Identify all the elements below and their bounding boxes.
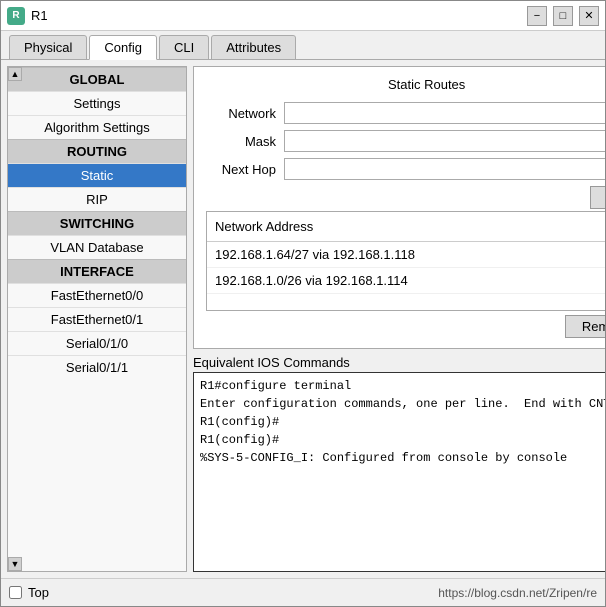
sidebar-header-global: GLOBAL xyxy=(8,67,186,91)
main-window: R R1 − □ ✕ Physical Config CLI Attribute… xyxy=(0,0,606,607)
sidebar-item-fastethernet00[interactable]: FastEthernet0/0 xyxy=(8,283,186,307)
sidebar-header-switching: SWITCHING xyxy=(8,211,186,235)
mask-label: Mask xyxy=(206,134,276,149)
bottom-link: https://blog.csdn.net/Zripen/re xyxy=(438,586,597,600)
tab-attributes[interactable]: Attributes xyxy=(211,35,296,59)
network-label: Network xyxy=(206,106,276,121)
tabs-bar: Physical Config CLI Attributes xyxy=(1,31,605,60)
sidebar-scroll[interactable]: GLOBAL Settings Algorithm Settings ROUTI… xyxy=(8,67,186,571)
network-input[interactable] xyxy=(284,102,605,124)
top-label: Top xyxy=(28,585,49,600)
left-panel: GLOBAL Settings Algorithm Settings ROUTI… xyxy=(7,66,187,572)
nexthop-row: Next Hop xyxy=(206,158,605,180)
right-panel: Static Routes Network Mask Next Hop Add xyxy=(193,66,605,572)
sidebar-scroll-down[interactable]: ▼ xyxy=(8,557,22,571)
tab-config[interactable]: Config xyxy=(89,35,157,60)
mask-input[interactable] xyxy=(284,130,605,152)
sidebar-item-algorithm-settings[interactable]: Algorithm Settings xyxy=(8,115,186,139)
ios-commands-box[interactable]: R1#configure terminal Enter configuratio… xyxy=(193,372,605,572)
sidebar-item-serial010[interactable]: Serial0/1/0 xyxy=(8,331,186,355)
maximize-button[interactable]: □ xyxy=(553,6,573,26)
title-bar: R R1 − □ ✕ xyxy=(1,1,605,31)
content-area: GLOBAL Settings Algorithm Settings ROUTI… xyxy=(1,60,605,578)
sidebar-item-fastethernet01[interactable]: FastEthernet0/1 xyxy=(8,307,186,331)
sidebar-item-rip[interactable]: RIP xyxy=(8,187,186,211)
network-table: Network Address ▲ ▼ 192.168.1.64/27 via … xyxy=(206,211,605,311)
minimize-button[interactable]: − xyxy=(527,6,547,26)
tab-physical[interactable]: Physical xyxy=(9,35,87,59)
sidebar-header-interface: INTERFACE xyxy=(8,259,186,283)
app-icon: R xyxy=(7,7,25,25)
bottom-bar: Top https://blog.csdn.net/Zripen/re xyxy=(1,578,605,606)
network-table-body[interactable]: 192.168.1.64/27 via 192.168.1.118 192.16… xyxy=(207,242,605,310)
add-button[interactable]: Add xyxy=(590,186,605,209)
top-checkbox[interactable] xyxy=(9,586,22,599)
network-address-column: Network Address xyxy=(215,219,313,234)
add-row: Add xyxy=(206,186,605,209)
network-table-header: Network Address ▲ ▼ xyxy=(207,212,605,242)
sidebar-header-routing: ROUTING xyxy=(8,139,186,163)
remove-row: Remove xyxy=(206,315,605,338)
network-row: Network xyxy=(206,102,605,124)
ios-commands-section: Equivalent IOS Commands R1#configure ter… xyxy=(193,355,605,572)
table-row[interactable]: 192.168.1.0/26 via 192.168.1.114 xyxy=(207,268,605,294)
tab-cli[interactable]: CLI xyxy=(159,35,209,59)
sidebar-item-vlan[interactable]: VLAN Database xyxy=(8,235,186,259)
static-routes-title: Static Routes xyxy=(206,77,605,92)
mask-row: Mask xyxy=(206,130,605,152)
nexthop-label: Next Hop xyxy=(206,162,276,177)
table-row[interactable]: 192.168.1.64/27 via 192.168.1.118 xyxy=(207,242,605,268)
ios-commands-text: R1#configure terminal Enter configuratio… xyxy=(200,377,605,567)
nexthop-input[interactable] xyxy=(284,158,605,180)
static-routes-box: Static Routes Network Mask Next Hop Add xyxy=(193,66,605,349)
sidebar-item-static[interactable]: Static xyxy=(8,163,186,187)
remove-button[interactable]: Remove xyxy=(565,315,605,338)
sidebar-item-settings[interactable]: Settings xyxy=(8,91,186,115)
window-controls: − □ ✕ xyxy=(527,6,599,26)
close-button[interactable]: ✕ xyxy=(579,6,599,26)
top-checkbox-area: Top xyxy=(9,585,49,600)
ios-commands-label: Equivalent IOS Commands xyxy=(193,355,605,370)
sidebar-scroll-up[interactable]: ▲ xyxy=(8,67,22,81)
sidebar-item-serial011[interactable]: Serial0/1/1 xyxy=(8,355,186,379)
window-title: R1 xyxy=(31,8,527,23)
